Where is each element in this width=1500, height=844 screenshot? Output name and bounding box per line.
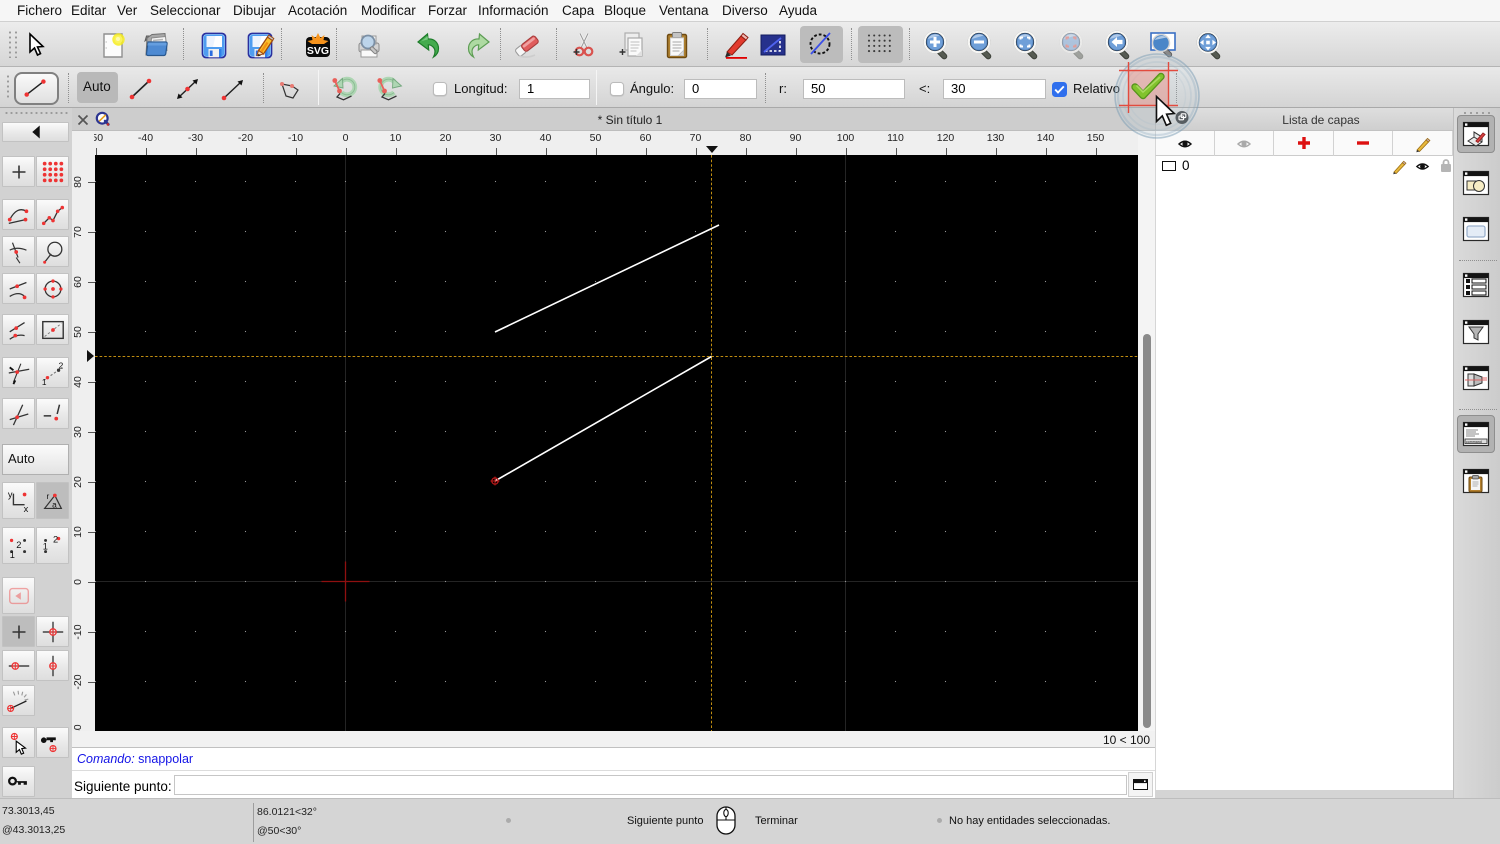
svg-text:1: 1 xyxy=(9,550,14,560)
svg-text:command: command xyxy=(1466,440,1482,444)
svg-text:1: 1 xyxy=(41,377,46,387)
svg-text:x: x xyxy=(23,504,28,514)
svg-text:a: a xyxy=(52,499,57,509)
svg-text:SVG: SVG xyxy=(307,45,329,57)
svg-text:r: r xyxy=(46,491,49,501)
svg-text:2: 2 xyxy=(16,539,21,549)
svg-text:y: y xyxy=(7,489,12,499)
svg-text:2: 2 xyxy=(53,534,58,544)
svg-text:2: 2 xyxy=(58,360,63,370)
svg-text:1: 1 xyxy=(42,541,47,551)
